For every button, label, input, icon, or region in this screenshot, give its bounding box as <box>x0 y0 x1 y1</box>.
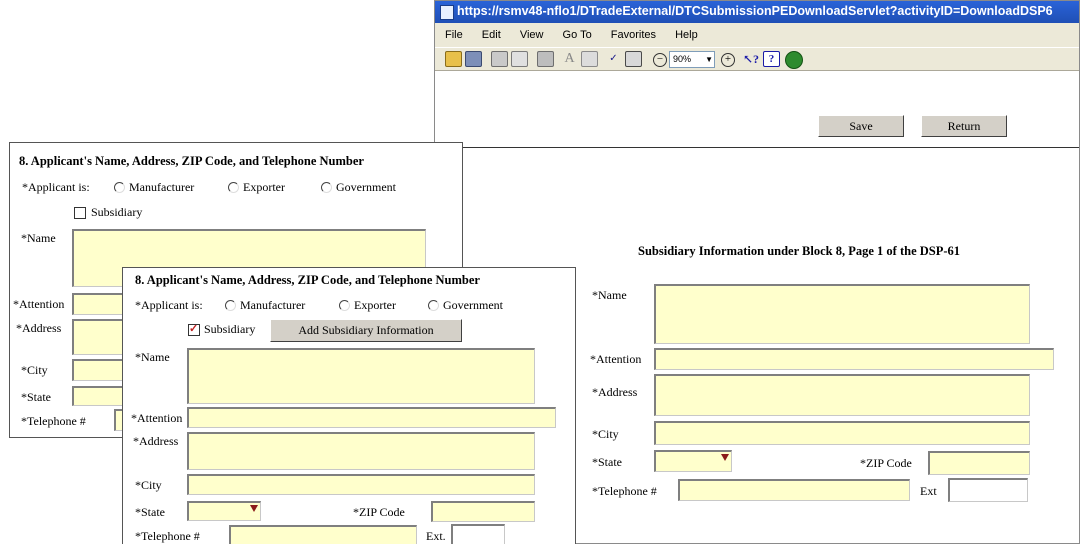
back-telephone-label: *Telephone # <box>21 414 86 428</box>
address-field[interactable] <box>654 374 1030 416</box>
front-radio-exporter[interactable] <box>339 300 350 311</box>
online-help-icon[interactable] <box>785 51 803 69</box>
front-state-select[interactable] <box>187 501 261 521</box>
ie-page-icon <box>440 5 454 20</box>
back-subsidiary-label: Subsidiary <box>91 205 143 219</box>
browser-url-title: https://rsmv48-nflo1/DTradeExternal/DTCS… <box>457 4 1053 18</box>
front-form-window: 8. Applicant's Name, Address, ZIP Code, … <box>122 267 576 544</box>
front-telephone-label: *Telephone # <box>135 529 200 543</box>
front-subsidiary-label: Subsidiary <box>204 322 256 336</box>
state-select[interactable] <box>654 450 732 472</box>
zoom-select[interactable]: 90% ▼ <box>669 51 715 68</box>
front-option-exporter: Exporter <box>354 298 396 312</box>
ext-label: Ext <box>920 484 937 498</box>
front-radio-manufacturer[interactable] <box>225 300 236 311</box>
front-attention-label: *Attention <box>131 411 183 425</box>
front-state-label: *State <box>135 505 165 519</box>
menu-view[interactable]: View <box>520 29 544 41</box>
city-label: *City <box>592 427 619 441</box>
back-form-title: 8. Applicant's Name, Address, ZIP Code, … <box>19 154 364 168</box>
front-address-field[interactable] <box>187 432 535 470</box>
dropdown-arrow-icon <box>250 505 258 512</box>
attention-label: *Attention <box>590 352 642 366</box>
back-city-label: *City <box>21 363 48 377</box>
zoom-in-icon[interactable]: + <box>721 53 735 67</box>
zip-field[interactable] <box>928 451 1030 475</box>
back-address-label: *Address <box>16 321 62 335</box>
back-name-label: *Name <box>21 231 56 245</box>
help-icon[interactable]: ? <box>763 51 780 67</box>
save-disk-icon[interactable] <box>465 51 482 67</box>
column-select-icon[interactable] <box>581 51 598 67</box>
front-city-label: *City <box>135 478 162 492</box>
back-radio-government[interactable] <box>321 182 332 193</box>
front-telephone-field[interactable] <box>229 525 417 544</box>
menu-edit[interactable]: Edit <box>482 29 501 41</box>
ext-field[interactable] <box>948 478 1028 502</box>
name-label: *Name <box>592 288 627 302</box>
name-field[interactable] <box>654 284 1030 344</box>
hand-tool-icon[interactable] <box>537 51 554 67</box>
save-button[interactable]: Save <box>818 115 904 137</box>
back-radio-exporter[interactable] <box>228 182 239 193</box>
menu-goto[interactable]: Go To <box>563 29 592 41</box>
attention-field[interactable] <box>654 348 1054 370</box>
front-zip-label: *ZIP Code <box>353 505 405 519</box>
browser-title-bar: https://rsmv48-nflo1/DTradeExternal/DTCS… <box>435 1 1079 23</box>
open-icon[interactable] <box>445 51 462 67</box>
front-subsidiary-checkbox[interactable]: ✓ <box>188 323 200 336</box>
front-city-field[interactable] <box>187 474 535 495</box>
front-option-manufacturer: Manufacturer <box>240 298 306 312</box>
email-icon[interactable] <box>511 51 528 67</box>
zoom-out-icon[interactable]: − <box>653 53 667 67</box>
state-label: *State <box>592 455 622 469</box>
menu-help[interactable]: Help <box>675 29 698 41</box>
menu-bar: File Edit View Go To Favorites Help <box>435 23 1079 47</box>
address-label: *Address <box>592 385 638 399</box>
telephone-field[interactable] <box>678 479 910 501</box>
fit-page-icon[interactable] <box>625 51 642 67</box>
whats-this-icon[interactable]: ↖? <box>743 51 760 67</box>
spellcheck-icon[interactable]: ✓ <box>605 51 622 67</box>
front-ext-field[interactable] <box>451 524 505 544</box>
back-option-government: Government <box>336 180 396 194</box>
return-button[interactable]: Return <box>921 115 1007 137</box>
front-radio-government[interactable] <box>428 300 439 311</box>
back-subsidiary-checkbox[interactable] <box>74 207 86 219</box>
back-state-label: *State <box>21 390 51 404</box>
front-name-label: *Name <box>135 350 170 364</box>
back-applicant-label: *Applicant is: <box>22 180 90 194</box>
front-applicant-label: *Applicant is: <box>135 298 203 312</box>
front-name-field[interactable] <box>187 348 535 404</box>
zip-label: *ZIP Code <box>860 456 912 470</box>
dropdown-arrow-icon <box>721 454 729 461</box>
front-ext-label: Ext. <box>426 529 446 543</box>
telephone-label: *Telephone # <box>592 484 657 498</box>
city-field[interactable] <box>654 421 1030 445</box>
print-icon[interactable] <box>491 51 508 67</box>
zoom-value: 90% <box>673 54 692 64</box>
back-attention-label: *Attention <box>13 297 65 311</box>
menu-file[interactable]: File <box>445 29 463 41</box>
pdf-toolbar: A ✓ − 90% ▼ + ↖? ? <box>435 47 1079 71</box>
menu-favorites[interactable]: Favorites <box>611 29 656 41</box>
add-subsidiary-button[interactable]: Add Subsidiary Information <box>270 319 462 342</box>
subsidiary-form-title: Subsidiary Information under Block 8, Pa… <box>638 244 961 258</box>
front-option-government: Government <box>443 298 503 312</box>
back-option-exporter: Exporter <box>243 180 285 194</box>
back-radio-manufacturer[interactable] <box>114 182 125 193</box>
back-option-manufacturer: Manufacturer <box>129 180 195 194</box>
front-attention-field[interactable] <box>187 407 556 428</box>
checkmark-icon: ✓ <box>189 323 199 335</box>
front-form-title: 8. Applicant's Name, Address, ZIP Code, … <box>135 273 480 287</box>
front-address-label: *Address <box>133 434 179 448</box>
action-bar-divider <box>435 147 1079 148</box>
chevron-down-icon: ▼ <box>705 55 713 64</box>
front-zip-field[interactable] <box>431 501 535 522</box>
text-select-icon[interactable]: A <box>561 51 578 67</box>
action-bar: Save Return <box>435 109 1079 147</box>
